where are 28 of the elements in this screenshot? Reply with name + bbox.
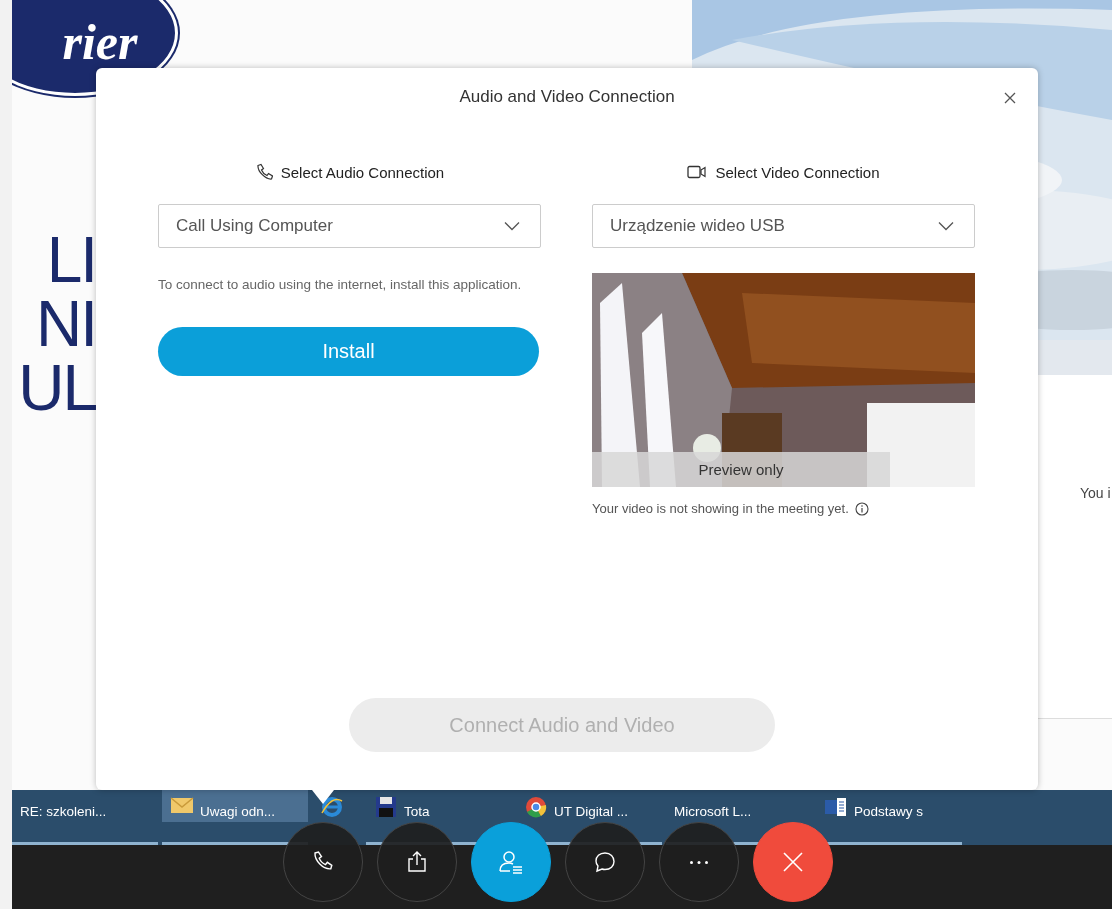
taskbar-item[interactable]: UT Digital ... <box>516 790 662 822</box>
info-icon <box>854 501 869 516</box>
chevron-down-icon <box>504 221 520 231</box>
phone-icon <box>254 163 273 181</box>
logo-text: rier <box>62 13 138 71</box>
dialog-title: Audio and Video Connection <box>459 87 675 107</box>
heading-text: NI <box>36 292 96 356</box>
taskbar-item[interactable]: Microsoft L... <box>666 790 812 822</box>
close-icon <box>781 850 805 874</box>
dropdown[interactable]: Call Using Computer <box>158 204 541 248</box>
description-text: To connect to audio using the internet, install this application. <box>158 276 523 293</box>
person-icon <box>498 849 524 875</box>
taskbar-item[interactable]: Tota <box>366 790 512 822</box>
taskbar-item[interactable]: RE: szkoleni... <box>12 790 158 822</box>
document-icon <box>824 795 848 819</box>
section-heading: Select Audio Connection <box>280 163 445 181</box>
taskbar-item[interactable]: Podstawy s <box>816 790 962 822</box>
share-icon <box>405 850 429 874</box>
taskbar-item[interactable]: Uwagi odn... <box>162 790 308 822</box>
heading-text: UL <box>18 356 96 420</box>
info-text: Your video is not showing in the meeting yet. <box>592 501 849 516</box>
chat-icon <box>593 850 617 874</box>
more-icon <box>690 860 708 864</box>
browser-icon <box>320 795 344 819</box>
browser-icon <box>524 795 548 819</box>
side-text: You i <box>1080 485 1111 501</box>
heading-text: LI <box>46 228 96 292</box>
preview-label: Preview only <box>592 452 890 487</box>
